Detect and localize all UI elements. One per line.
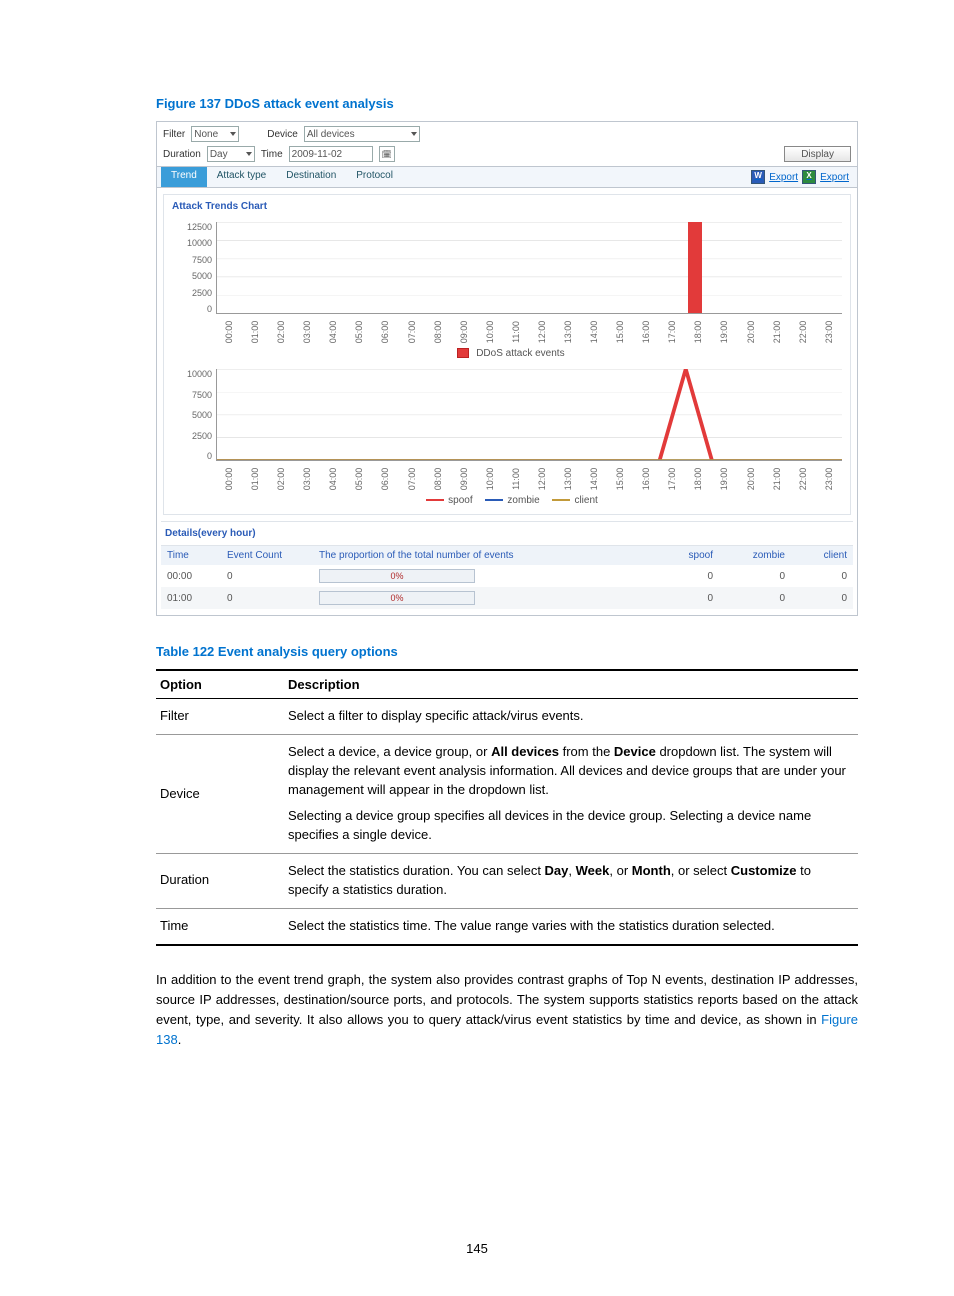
page-number: 145 (0, 1241, 954, 1256)
export-excel-icon[interactable]: X (802, 170, 816, 184)
legend-bar: DDoS attack events (172, 346, 842, 365)
y-tick: 10000 (172, 238, 212, 248)
x-axis-ticks-line: 00:0001:0002:0003:0004:0005:0006:0007:00… (216, 465, 842, 493)
details-table: Time Event Count The proportion of the t… (161, 545, 853, 609)
figure-title: Figure 137 DDoS attack event analysis (156, 96, 858, 111)
duration-value: Day (210, 149, 228, 160)
proportion-bar: 0% (319, 569, 475, 583)
col-time: Time (161, 546, 221, 566)
table-row: Time Select the statistics time. The val… (156, 908, 858, 944)
legend-label: DDoS attack events (476, 348, 564, 359)
table-row: 00:00 0 0% 0 0 0 (161, 565, 853, 587)
screenshot-panel: Filter None Device All devices Duration … (156, 121, 858, 616)
col-proportion: The proportion of the total number of ev… (313, 546, 657, 566)
col-option: Option (156, 670, 284, 699)
table-row: Filter Select a filter to display specif… (156, 699, 858, 735)
y-tick: 5000 (172, 271, 212, 281)
export-word-link[interactable]: Export (769, 172, 798, 183)
y-tick: 12500 (172, 222, 212, 232)
y-tick: 7500 (172, 255, 212, 265)
table-row: Device Select a device, a device group, … (156, 734, 858, 853)
chevron-down-icon (411, 132, 417, 136)
filter-label: Filter (163, 129, 185, 140)
y-tick: 2500 (172, 288, 212, 298)
y-tick: 7500 (172, 390, 212, 400)
attack-trends-chart: Attack Trends Chart 12500 10000 7500 500… (163, 194, 851, 515)
duration-select[interactable]: Day (207, 146, 255, 162)
col-zombie: zombie (719, 546, 791, 566)
export-excel-link[interactable]: Export (820, 172, 849, 183)
time-label: Time (261, 149, 283, 160)
col-client: client (791, 546, 853, 566)
table-row: 01:00 0 0% 0 0 0 (161, 587, 853, 609)
tab-destination[interactable]: Destination (276, 167, 346, 187)
export-word-icon[interactable]: W (751, 170, 765, 184)
y-tick: 2500 (172, 431, 212, 441)
tab-trend[interactable]: Trend (161, 167, 207, 187)
y-tick: 0 (172, 451, 212, 461)
legend-label: client (574, 495, 597, 506)
chevron-down-icon (246, 152, 252, 156)
body-paragraph: In addition to the event trend graph, th… (156, 970, 858, 1051)
tab-attack-type[interactable]: Attack type (207, 167, 276, 187)
duration-label: Duration (163, 149, 201, 160)
col-spoof: spoof (657, 546, 719, 566)
table-title: Table 122 Event analysis query options (156, 644, 858, 659)
tab-protocol[interactable]: Protocol (346, 167, 403, 187)
details-section: Details(every hour) Time Event Count The… (161, 521, 853, 609)
options-table: Option Description Filter Select a filte… (156, 669, 858, 946)
bar-18 (688, 222, 702, 313)
legend-label: spoof (448, 495, 472, 506)
device-value: All devices (307, 129, 355, 140)
chevron-down-icon (230, 132, 236, 136)
line-chart-svg (217, 369, 842, 460)
display-button[interactable]: Display (784, 146, 851, 162)
x-axis-ticks-bar: 00:0001:0002:0003:0004:0005:0006:0007:00… (216, 318, 842, 346)
col-event-count: Event Count (221, 546, 313, 566)
legend-swatch (457, 348, 469, 358)
y-tick: 0 (172, 304, 212, 314)
y-tick: 10000 (172, 369, 212, 379)
device-label: Device (267, 129, 298, 140)
details-title: Details(every hour) (161, 522, 853, 545)
time-input[interactable]: 2009-11-02 (289, 146, 373, 162)
col-description: Description (284, 670, 858, 699)
calendar-icon[interactable]: 🗓 (379, 146, 395, 162)
legend-label: zombie (507, 495, 539, 506)
y-tick: 5000 (172, 410, 212, 420)
chart-title: Attack Trends Chart (164, 195, 850, 218)
filter-value: None (194, 129, 218, 140)
proportion-bar: 0% (319, 591, 475, 605)
legend-line: spoof zombie client (172, 493, 842, 512)
filter-select[interactable]: None (191, 126, 239, 142)
device-select[interactable]: All devices (304, 126, 420, 142)
table-row: Duration Select the statistics duration.… (156, 854, 858, 909)
